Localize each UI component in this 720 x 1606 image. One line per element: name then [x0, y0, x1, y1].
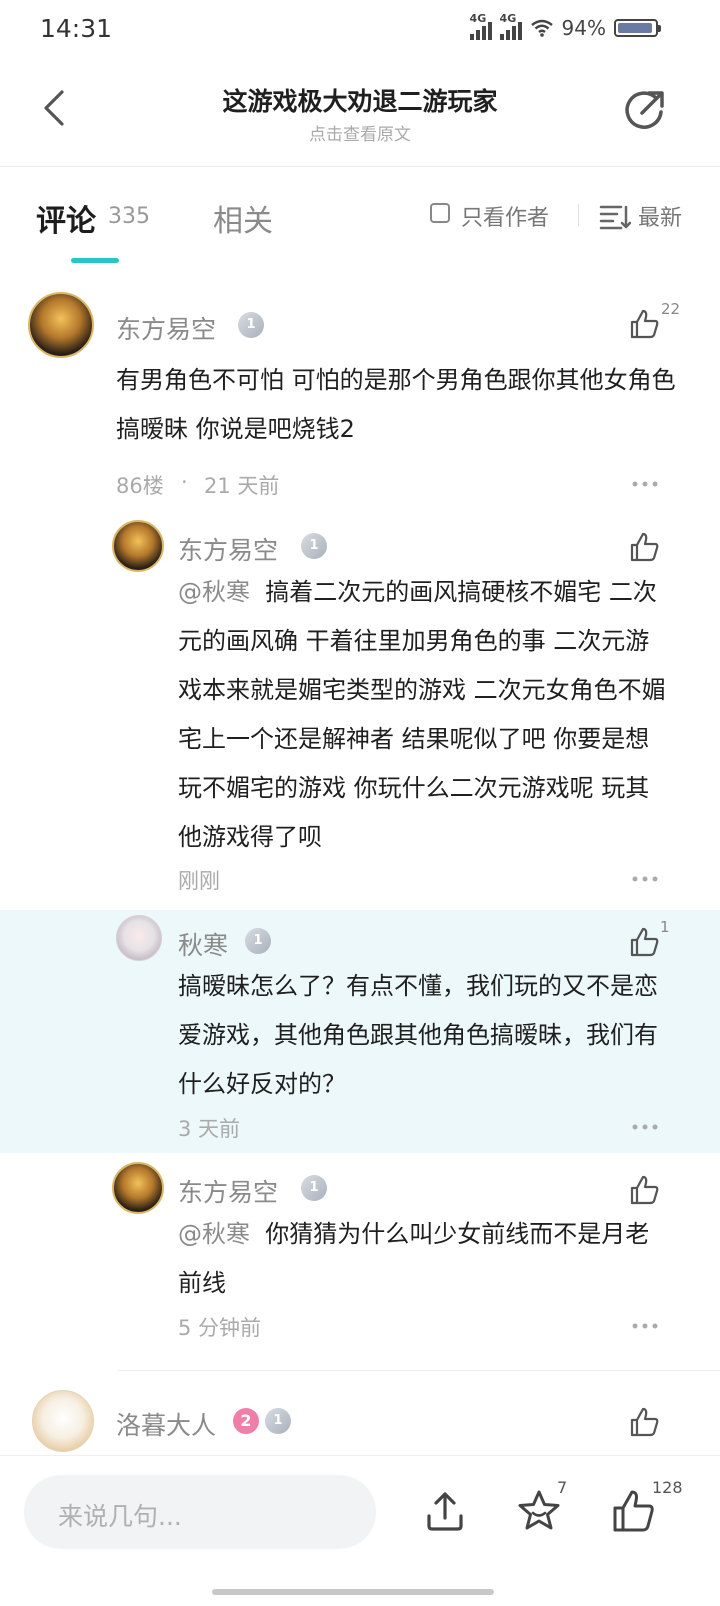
share-icon[interactable] — [620, 86, 668, 134]
battery-icon — [614, 19, 661, 37]
mention[interactable]: @秋寒 — [178, 1220, 250, 1248]
comment-text: 有男角色不可怕 可怕的是那个男角色跟你其他女角色搞暧昧 你说是吧烧钱2 — [116, 366, 676, 443]
network-type-1: 4G — [469, 12, 487, 25]
page-title: 这游戏极大劝退二游玩家 — [222, 87, 498, 116]
status-icons: 4G 4G 94% — [469, 12, 661, 40]
level-badge: 1 — [301, 1175, 327, 1201]
mention[interactable]: @秋寒 — [178, 578, 250, 606]
reply-time: 5 分钟前 — [178, 1316, 262, 1340]
level-badge: 1 — [245, 928, 271, 954]
wifi-icon — [530, 19, 553, 37]
reply-username[interactable]: 东方易空 — [178, 1173, 278, 1209]
thumb-up-icon[interactable] — [628, 531, 660, 563]
signal-icon-2: 4G — [499, 12, 522, 40]
reply-text-content: 搞着二次元的画风搞硬核不媚宅 二次元的画风确 干着往里加男角色的事 二次元游戏本… — [178, 578, 666, 851]
battery-percent: 94% — [561, 16, 606, 40]
tab-comments[interactable]: 评论 — [36, 196, 96, 240]
more-icon[interactable] — [632, 481, 658, 487]
view-original-link[interactable]: 点击查看原文 — [0, 120, 720, 145]
comment-username[interactable]: 洛暮大人 — [116, 1406, 216, 1442]
comment-dot: · — [181, 470, 188, 494]
more-icon[interactable] — [632, 1124, 658, 1130]
author-only-label[interactable]: 只看作者 — [461, 200, 549, 232]
level-badge: 1 — [265, 1408, 291, 1434]
more-icon[interactable] — [632, 876, 658, 882]
favorites-count: 7 — [557, 1478, 568, 1497]
reply-avatar[interactable] — [112, 1162, 164, 1214]
reply-username[interactable]: 东方易空 — [178, 531, 278, 567]
avatar[interactable] — [28, 292, 94, 358]
home-indicator — [212, 1589, 494, 1595]
network-type-2: 4G — [499, 12, 517, 25]
comment-time: 21 天前 — [204, 474, 280, 498]
comments-count: 335 — [108, 204, 150, 229]
thumb-up-icon[interactable] — [628, 926, 660, 958]
reply-avatar[interactable] — [112, 520, 164, 572]
thumb-up-icon[interactable] — [628, 1406, 660, 1438]
header-divider — [0, 166, 720, 167]
comment-floor: 86楼 — [116, 474, 164, 498]
sort-icon[interactable] — [599, 204, 631, 230]
more-icon[interactable] — [632, 1323, 658, 1329]
reply-username[interactable]: 秋寒 — [178, 926, 228, 962]
level-badge: 1 — [301, 533, 327, 559]
thumb-up-icon[interactable] — [628, 308, 660, 340]
reply-time: 刚刚 — [178, 869, 220, 893]
reply-text: @秋寒 搞着二次元的画风搞硬核不媚宅 二次元的画风确 干着往里加男角色的事 二次… — [178, 568, 666, 862]
level-badge: 1 — [238, 312, 264, 338]
reply-text: @秋寒 你猜猜为什么叫少女前线而不是月老前线 — [178, 1210, 666, 1308]
signal-icon: 4G — [469, 12, 492, 40]
badge-icon: 2 — [233, 1408, 259, 1434]
like-count: 22 — [661, 300, 681, 318]
status-time: 14:31 — [40, 14, 113, 43]
reply-time: 3 天前 — [178, 1117, 241, 1141]
reply-avatar[interactable] — [116, 915, 162, 961]
likes-count: 128 — [652, 1478, 683, 1497]
sort-latest[interactable]: 最新 — [638, 200, 682, 232]
star-icon[interactable] — [516, 1488, 562, 1534]
share-upload-icon[interactable] — [422, 1488, 468, 1534]
reply-divider — [118, 1370, 720, 1371]
comment-input-placeholder[interactable]: 来说几句... — [58, 1497, 182, 1533]
tab-active-indicator — [71, 258, 119, 263]
reply-text: 搞暧昧怎么了？有点不懂，我们玩的又不是恋爱游戏，其他角色跟其他角色搞暧昧，我们有… — [178, 972, 658, 1098]
avatar[interactable] — [32, 1390, 94, 1452]
thumb-up-icon[interactable] — [610, 1488, 656, 1534]
tab-related[interactable]: 相关 — [213, 196, 273, 240]
sort-divider — [578, 204, 579, 226]
thumb-up-icon[interactable] — [628, 1174, 660, 1206]
author-only-checkbox[interactable] — [430, 203, 450, 223]
like-count: 1 — [660, 918, 670, 936]
comment-username[interactable]: 东方易空 — [116, 310, 216, 346]
